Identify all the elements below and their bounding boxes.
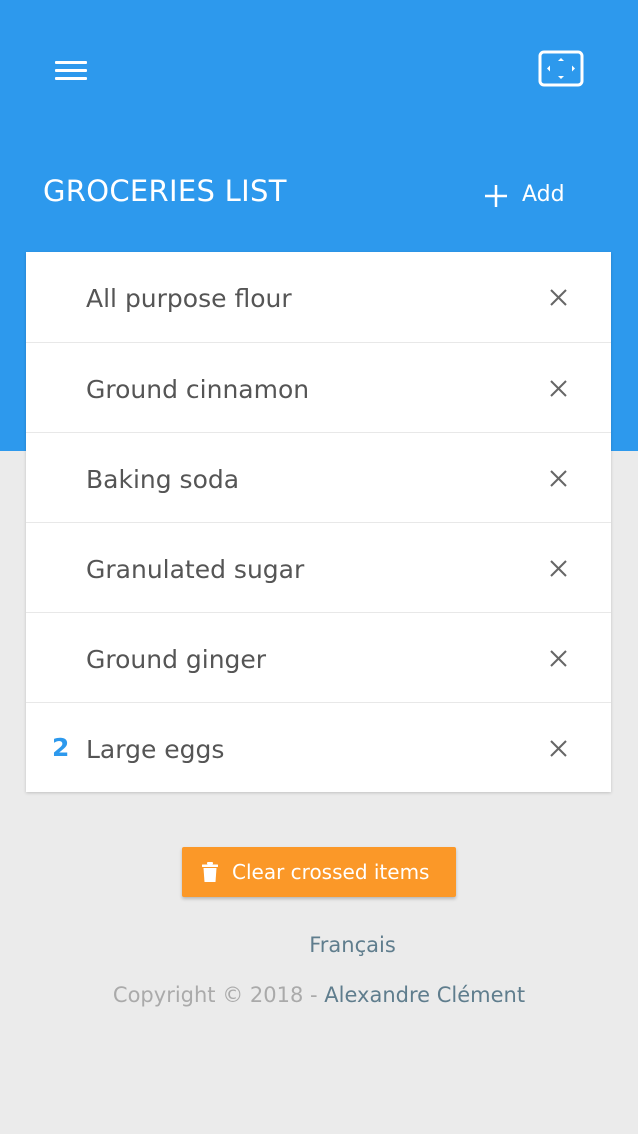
grocery-list: All purpose flour Ground cinnamon Baking…: [26, 252, 611, 792]
list-item[interactable]: Granulated sugar: [26, 522, 611, 612]
clear-button-label: Clear crossed items: [232, 860, 430, 884]
close-icon[interactable]: [543, 373, 573, 403]
list-item[interactable]: 2 Large eggs: [26, 702, 611, 792]
trash-icon: [202, 862, 218, 882]
copyright-text: Copyright © 2018 -: [112, 983, 325, 1007]
item-quantity: 2: [52, 733, 70, 762]
language-link[interactable]: Français: [0, 933, 638, 957]
list-item[interactable]: Baking soda: [26, 432, 611, 522]
menu-icon-bar: [55, 69, 87, 72]
item-name: All purpose flour: [86, 284, 292, 313]
item-name: Granulated sugar: [86, 555, 305, 584]
footer: Copyright © 2018 - Alexandre Clément: [0, 983, 638, 1007]
item-name: Large eggs: [86, 735, 225, 764]
clear-crossed-items-button[interactable]: Clear crossed items: [182, 847, 456, 897]
close-icon[interactable]: [543, 733, 573, 763]
add-button[interactable]: Add: [478, 174, 565, 214]
page-title: GROCERIES LIST: [43, 174, 287, 208]
close-icon[interactable]: [543, 643, 573, 673]
list-item[interactable]: Ground cinnamon: [26, 342, 611, 432]
fullscreen-icon: [538, 50, 584, 87]
plus-icon: [485, 185, 507, 207]
fullscreen-button[interactable]: [536, 48, 586, 90]
menu-icon-bar: [55, 77, 87, 80]
item-name: Ground cinnamon: [86, 375, 310, 404]
author-link[interactable]: Alexandre Clément: [324, 983, 525, 1007]
menu-button[interactable]: [50, 55, 92, 87]
list-item[interactable]: All purpose flour: [26, 252, 611, 342]
menu-icon-bar: [55, 61, 87, 64]
close-icon[interactable]: [543, 553, 573, 583]
list-item[interactable]: Ground ginger: [26, 612, 611, 702]
item-name: Baking soda: [86, 465, 240, 494]
close-icon[interactable]: [543, 282, 573, 312]
item-name: Ground ginger: [86, 645, 267, 674]
close-icon[interactable]: [543, 463, 573, 493]
add-label: Add: [522, 181, 565, 207]
